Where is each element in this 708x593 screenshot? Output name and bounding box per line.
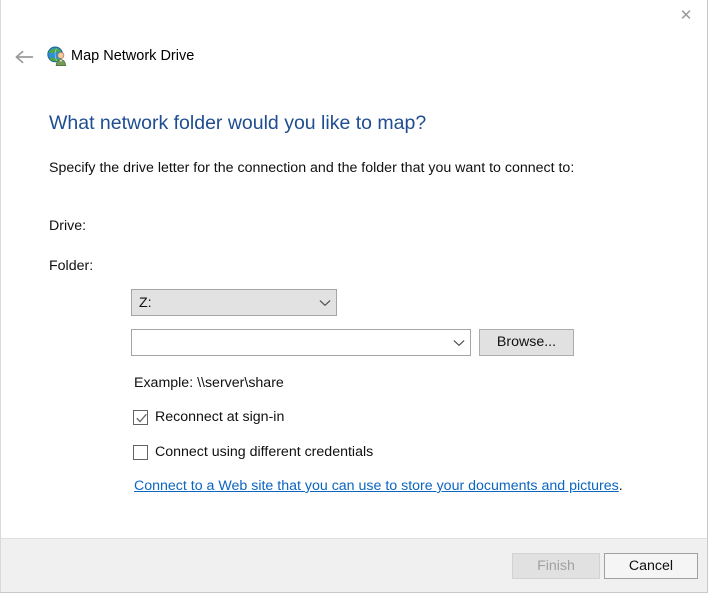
reconnect-at-signin-checkbox[interactable]: Reconnect at sign-in	[133, 407, 284, 427]
back-button[interactable]	[7, 40, 41, 74]
checkmark-icon	[136, 413, 147, 422]
web-site-link-period: .	[618, 478, 623, 494]
web-site-link-row: Connect to a Web site that you can use t…	[134, 476, 623, 496]
footer-button-bar: Finish Cancel	[1, 538, 707, 592]
map-network-drive-dialog: ✕ Map Network Drive What network folder …	[0, 0, 708, 593]
close-button[interactable]: ✕	[663, 0, 707, 30]
drive-select-value: Z:	[139, 294, 152, 311]
nav-row: Map Network Drive	[1, 36, 707, 80]
checkbox-box-unchecked	[133, 444, 148, 460]
chevron-down-icon	[314, 299, 336, 307]
dialog-title: Map Network Drive	[71, 48, 195, 64]
different-credentials-checkbox[interactable]: Connect using different credentials	[133, 442, 373, 462]
dialog-body: What network folder would you like to ma…	[1, 80, 707, 538]
drive-label: Drive:	[49, 218, 87, 234]
chevron-down-icon	[448, 339, 470, 347]
finish-button[interactable]: Finish	[512, 553, 600, 579]
different-credentials-label: Connect using different credentials	[155, 444, 374, 460]
folder-combobox[interactable]	[131, 329, 471, 356]
browse-button[interactable]: Browse...	[479, 329, 574, 356]
example-path-hint: Example: \\server\share	[134, 375, 284, 391]
page-heading: What network folder would you like to ma…	[49, 112, 427, 134]
title-bar: ✕	[1, 0, 707, 36]
page-subheading: Specify the drive letter for the connect…	[49, 160, 575, 176]
close-icon: ✕	[679, 5, 693, 24]
checkbox-box-checked	[133, 409, 148, 425]
network-drive-globe-icon	[46, 45, 68, 67]
reconnect-at-signin-label: Reconnect at sign-in	[155, 409, 285, 425]
folder-label: Folder:	[49, 258, 94, 274]
back-arrow-icon	[14, 49, 34, 65]
connect-to-website-link[interactable]: Connect to a Web site that you can use t…	[134, 478, 619, 494]
cancel-button[interactable]: Cancel	[604, 553, 698, 579]
drive-select[interactable]: Z:	[131, 289, 337, 316]
